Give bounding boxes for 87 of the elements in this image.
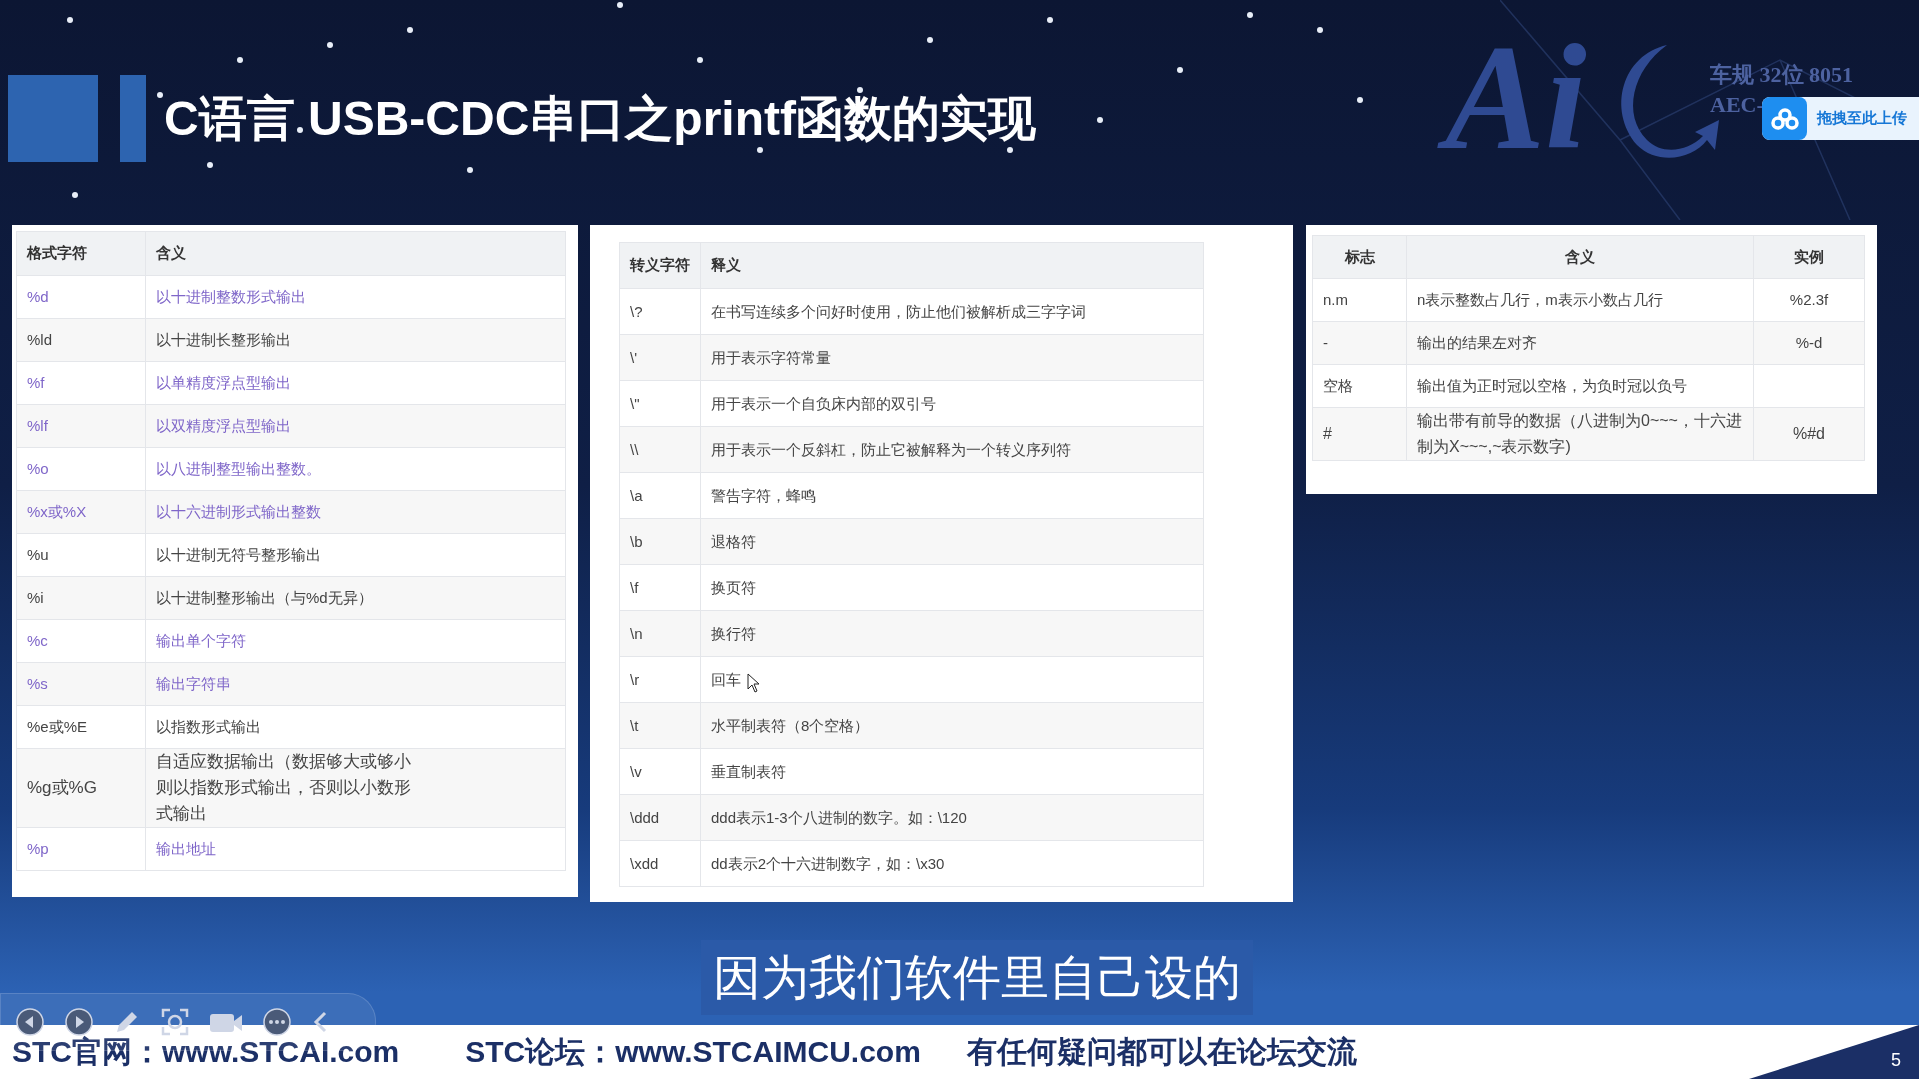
cloud-icon bbox=[1770, 107, 1799, 130]
table-cell: 输出值为正时冠以空格，为负时冠以负号 bbox=[1406, 364, 1754, 408]
table-cell: \" bbox=[619, 380, 701, 427]
slide-title: C语言 USB-CDC串口之printf函数的实现 bbox=[164, 91, 1036, 147]
table-cell: 用于表示一个反斜杠，防止它被解释为一个转义序列符 bbox=[700, 426, 1204, 473]
table-cell: 以十进制整数形式输出 bbox=[145, 275, 566, 319]
table-cell: \? bbox=[619, 288, 701, 335]
page-number: 5 bbox=[1891, 1050, 1901, 1071]
table-cell: \t bbox=[619, 702, 701, 749]
table-cell: 退格符 bbox=[700, 518, 1204, 565]
footer-text: STC论坛：www.STCAIMCU.com bbox=[465, 1033, 921, 1070]
table-cell: %x或%X bbox=[16, 490, 146, 534]
table-cell: %lf bbox=[16, 404, 146, 448]
table-cell: %2.3f bbox=[1753, 278, 1865, 322]
table-cell: 水平制表符（8个空格） bbox=[700, 702, 1204, 749]
table-cell: \b bbox=[619, 518, 701, 565]
table-cell: %o bbox=[16, 447, 146, 491]
table-cell: %d bbox=[16, 275, 146, 319]
column-header: 释义 bbox=[700, 242, 1204, 289]
footer-text: STC官网：www.STCAI.com bbox=[12, 1033, 400, 1070]
table-cell: \r bbox=[619, 656, 701, 703]
table-cell: \v bbox=[619, 748, 701, 795]
table-cell: \\ bbox=[619, 426, 701, 473]
table-cell: 警告字符，蜂鸣 bbox=[700, 472, 1204, 519]
table-cell: 换行符 bbox=[700, 610, 1204, 657]
table-cell: 用于表示一个自负床内部的双引号 bbox=[700, 380, 1204, 427]
table-cell: %-d bbox=[1753, 321, 1865, 365]
table-cell: \ddd bbox=[619, 794, 701, 841]
table-cell: \xdd bbox=[619, 840, 701, 887]
table-cell: 输出的结果左对齐 bbox=[1406, 321, 1754, 365]
subtitle-caption: 因为我们软件里自己设的 bbox=[701, 940, 1253, 1015]
table-cell: 空格 bbox=[1312, 364, 1407, 408]
table-cell: 自适应数据输出（数据够大或够小则以指数形式输出，否则以小数形式输出 bbox=[145, 748, 566, 828]
table-cell: %f bbox=[16, 361, 146, 405]
table-cell: 以十六进制形式输出整数 bbox=[145, 490, 566, 534]
column-header: 转义字符 bbox=[619, 242, 701, 289]
table-cell: \a bbox=[619, 472, 701, 519]
table-cell: %u bbox=[16, 533, 146, 577]
logo-text: 车规 32位 8051 bbox=[1710, 61, 1853, 89]
table-cell: # bbox=[1312, 407, 1407, 461]
mouse-cursor-icon bbox=[747, 673, 761, 693]
column-header: 含义 bbox=[145, 231, 566, 276]
table-cell: 以十进制长整形输出 bbox=[145, 318, 566, 362]
table-cell: 输出字符串 bbox=[145, 662, 566, 706]
table-cell: dd表示2个十六进制数字，如：\x30 bbox=[700, 840, 1204, 887]
table-cell: \f bbox=[619, 564, 701, 611]
table-cell: n表示整数占几行，m表示小数占几行 bbox=[1406, 278, 1754, 322]
table-cell: %e或%E bbox=[16, 705, 146, 749]
table-cell: 换页符 bbox=[700, 564, 1204, 611]
table-cell: %g或%G bbox=[16, 748, 146, 828]
table-cell: %s bbox=[16, 662, 146, 706]
table-cell: %#d bbox=[1753, 407, 1865, 461]
table-cell: 输出带有前导的数据（八进制为0~~~，十六进制为X~~~,~表示数字) bbox=[1406, 407, 1754, 461]
table-cell: 回车 bbox=[700, 656, 1204, 703]
table-cell: %i bbox=[16, 576, 146, 620]
table-cell: 以指数形式输出 bbox=[145, 705, 566, 749]
column-header: 实例 bbox=[1753, 235, 1865, 279]
table-cell: 以十进制整形输出（与%d无异） bbox=[145, 576, 566, 620]
logo-mark: Ai bbox=[1430, 10, 1617, 185]
table-cell: 以八进制整型输出整数。 bbox=[145, 447, 566, 491]
column-header: 标志 bbox=[1312, 235, 1407, 279]
table-cell: 输出单个字符 bbox=[145, 619, 566, 663]
table-cell: \n bbox=[619, 610, 701, 657]
table-cell: ddd表示1-3个八进制的数字。如：\120 bbox=[700, 794, 1204, 841]
table-cell: %c bbox=[16, 619, 146, 663]
table-cell: - bbox=[1312, 321, 1407, 365]
previous-icon[interactable] bbox=[15, 1007, 45, 1037]
column-header: 含义 bbox=[1406, 235, 1754, 279]
footer-text: 有任何疑问都可以在论坛交流 bbox=[966, 1033, 1357, 1070]
table-cell: %ld bbox=[16, 318, 146, 362]
table-cell: n.m bbox=[1312, 278, 1407, 322]
table-cell: %p bbox=[16, 827, 146, 871]
focus-icon[interactable] bbox=[160, 1007, 190, 1037]
logo-text: AEC- bbox=[1710, 91, 1764, 119]
upload-button[interactable]: 拖拽至此上传 bbox=[1762, 97, 1919, 140]
table-cell: 在书写连续多个问好时使用，防止他们被解析成三字字词 bbox=[700, 288, 1204, 335]
more-icon[interactable] bbox=[262, 1007, 292, 1037]
table-cell: \' bbox=[619, 334, 701, 381]
table-cell: 以双精度浮点型输出 bbox=[145, 404, 566, 448]
table-cell: 用于表示字符常量 bbox=[700, 334, 1204, 381]
column-header: 格式字符 bbox=[16, 231, 146, 276]
collapse-icon[interactable] bbox=[311, 1010, 329, 1034]
next-icon[interactable] bbox=[64, 1007, 94, 1037]
table-cell: 输出地址 bbox=[145, 827, 566, 871]
table-cell: 以十进制无符号整形输出 bbox=[145, 533, 566, 577]
table-cell: 垂直制表符 bbox=[700, 748, 1204, 795]
table-cell: 以单精度浮点型输出 bbox=[145, 361, 566, 405]
